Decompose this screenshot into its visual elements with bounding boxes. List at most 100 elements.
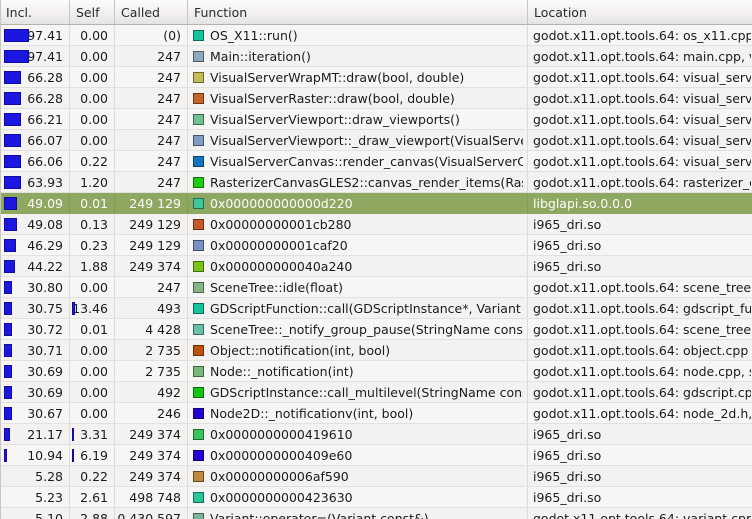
table-row[interactable]: 44.221.88249 3740x000000000040a240i965_d… [0,256,752,277]
cell-self: 0.00 [70,25,115,45]
incl-value: 97.41 [27,28,63,43]
called-value: 10 430 597 [115,511,181,519]
table-row[interactable]: 5.232.61498 7480x0000000000423630i965_dr… [0,487,752,508]
cell-location: godot.x11.opt.tools.64: os_x11.cpp [528,25,752,45]
called-value: 498 748 [129,490,181,505]
function-name: GDScriptFunction::call(GDScriptInstance*… [210,301,523,316]
called-value: 247 [157,154,181,169]
function-name: Main::iteration() [210,49,311,64]
cell-self: 0.01 [70,319,115,339]
self-value: 0.00 [80,406,108,421]
table-row[interactable]: 49.080.13249 1290x00000000001cb280i965_d… [0,214,752,235]
cell-self: 3.31 [70,424,115,444]
cell-function: 0x00000000001cb280 [188,214,528,234]
cell-self: 13.46 [70,298,115,318]
table-row[interactable]: 97.410.00247Main::iteration()godot.x11.o… [0,46,752,67]
incl-value: 97.41 [27,49,63,64]
function-color-swatch-icon [193,282,204,293]
incl-value: 46.29 [27,238,63,253]
incl-bar-container [4,29,30,42]
cell-called: 247 [115,130,188,150]
cell-function: 0x00000000001caf20 [188,235,528,255]
column-header-called[interactable]: Called [115,0,188,24]
table-row[interactable]: 97.410.00(0)OS_X11::run()godot.x11.opt.t… [0,25,752,46]
cell-called: 246 [115,403,188,423]
column-header-self[interactable]: Self [70,0,115,24]
cell-incl: 97.41 [0,46,70,66]
cell-location: i965_dri.so [528,424,752,444]
table-row[interactable]: 49.090.01249 1290x000000000000d220libgla… [0,193,752,214]
cell-called: 498 748 [115,487,188,507]
location-text: godot.x11.opt.tools.64: visual_server_w [533,70,752,85]
table-row[interactable]: 5.102.8810 430 597Variant::operator=(Var… [0,508,752,519]
table-row[interactable]: 66.060.22247VisualServerCanvas::render_c… [0,151,752,172]
cell-self: 0.23 [70,235,115,255]
cell-called: 493 [115,298,188,318]
cell-called: 247 [115,67,188,87]
cell-incl: 49.09 [0,193,70,213]
table-row[interactable]: 66.280.00247VisualServerWrapMT::draw(boo… [0,67,752,88]
cell-self: 0.00 [70,67,115,87]
table-row[interactable]: 5.280.22249 3740x00000000006af590i965_dr… [0,466,752,487]
cell-incl: 63.93 [0,172,70,192]
incl-bar [4,386,12,399]
table-row[interactable]: 30.720.014 428SceneTree::_notify_group_p… [0,319,752,340]
location-text: i965_dri.so [533,490,601,505]
function-color-swatch-icon [193,219,204,230]
function-name: RasterizerCanvasGLES2::canvas_render_ite… [210,175,523,190]
called-value: 249 129 [129,217,181,232]
function-name: 0x00000000006af590 [210,469,349,484]
function-color-swatch-icon [193,429,204,440]
self-bar-container [72,428,80,441]
function-color-swatch-icon [193,30,204,41]
table-row[interactable]: 30.670.00246Node2D::_notificationv(int, … [0,403,752,424]
incl-bar [4,428,10,441]
table-row[interactable]: 66.210.00247VisualServerViewport::draw_v… [0,109,752,130]
cell-self: 0.01 [70,193,115,213]
self-value: 0.00 [80,70,108,85]
column-header-incl[interactable]: Incl. [0,0,70,24]
incl-bar-container [4,218,30,231]
cell-incl: 30.67 [0,403,70,423]
self-value: 0.00 [80,364,108,379]
cell-self: 1.88 [70,256,115,276]
incl-bar [4,281,12,294]
function-name: 0x0000000000419610 [210,427,353,442]
table-row[interactable]: 63.931.20247RasterizerCanvasGLES2::canva… [0,172,752,193]
cell-function: GDScriptFunction::call(GDScriptInstance*… [188,298,528,318]
function-color-swatch-icon [193,51,204,62]
cell-location: i965_dri.so [528,466,752,486]
cell-location: i965_dri.so [528,487,752,507]
table-row[interactable]: 30.800.00247SceneTree::idle(float)godot.… [0,277,752,298]
incl-bar-container [4,113,30,126]
function-name: 0x0000000000423630 [210,490,353,505]
table-row[interactable]: 66.280.00247VisualServerRaster::draw(boo… [0,88,752,109]
table-row[interactable]: 30.710.002 735Object::notification(int, … [0,340,752,361]
cell-location: godot.x11.opt.tools.64: scene_tree.cpp, [528,319,752,339]
incl-bar [4,260,15,273]
cell-function: Main::iteration() [188,46,528,66]
table-row[interactable]: 30.690.002 735Node::_notification(int)go… [0,361,752,382]
cell-location: godot.x11.opt.tools.64: object.cpp [528,340,752,360]
cell-location: godot.x11.opt.tools.64: visual_server_vi [528,130,752,150]
cell-function: OS_X11::run() [188,25,528,45]
column-header-function[interactable]: Function [188,0,528,24]
self-value: 0.22 [80,469,108,484]
table-row[interactable]: 30.690.00492GDScriptInstance::call_multi… [0,382,752,403]
cell-self: 0.00 [70,88,115,108]
table-row[interactable]: 30.7513.46493GDScriptFunction::call(GDSc… [0,298,752,319]
table-row[interactable]: 46.290.23249 1290x00000000001caf20i965_d… [0,235,752,256]
table-row[interactable]: 66.070.00247VisualServerViewport::_draw_… [0,130,752,151]
cell-self: 0.00 [70,340,115,360]
incl-value: 66.21 [27,112,63,127]
column-header-location[interactable]: Location [528,0,752,24]
location-text: godot.x11.opt.tools.64: gdscript.cpp, re [533,385,752,400]
cell-self: 0.22 [70,466,115,486]
function-name: VisualServerViewport::_draw_viewport(Vis… [210,133,523,148]
incl-bar-container [4,302,30,315]
cell-function: VisualServerWrapMT::draw(bool, double) [188,67,528,87]
table-row[interactable]: 21.173.31249 3740x0000000000419610i965_d… [0,424,752,445]
function-color-swatch-icon [193,72,204,83]
self-value: 0.00 [80,133,108,148]
table-row[interactable]: 10.946.19249 3740x0000000000409e60i965_d… [0,445,752,466]
